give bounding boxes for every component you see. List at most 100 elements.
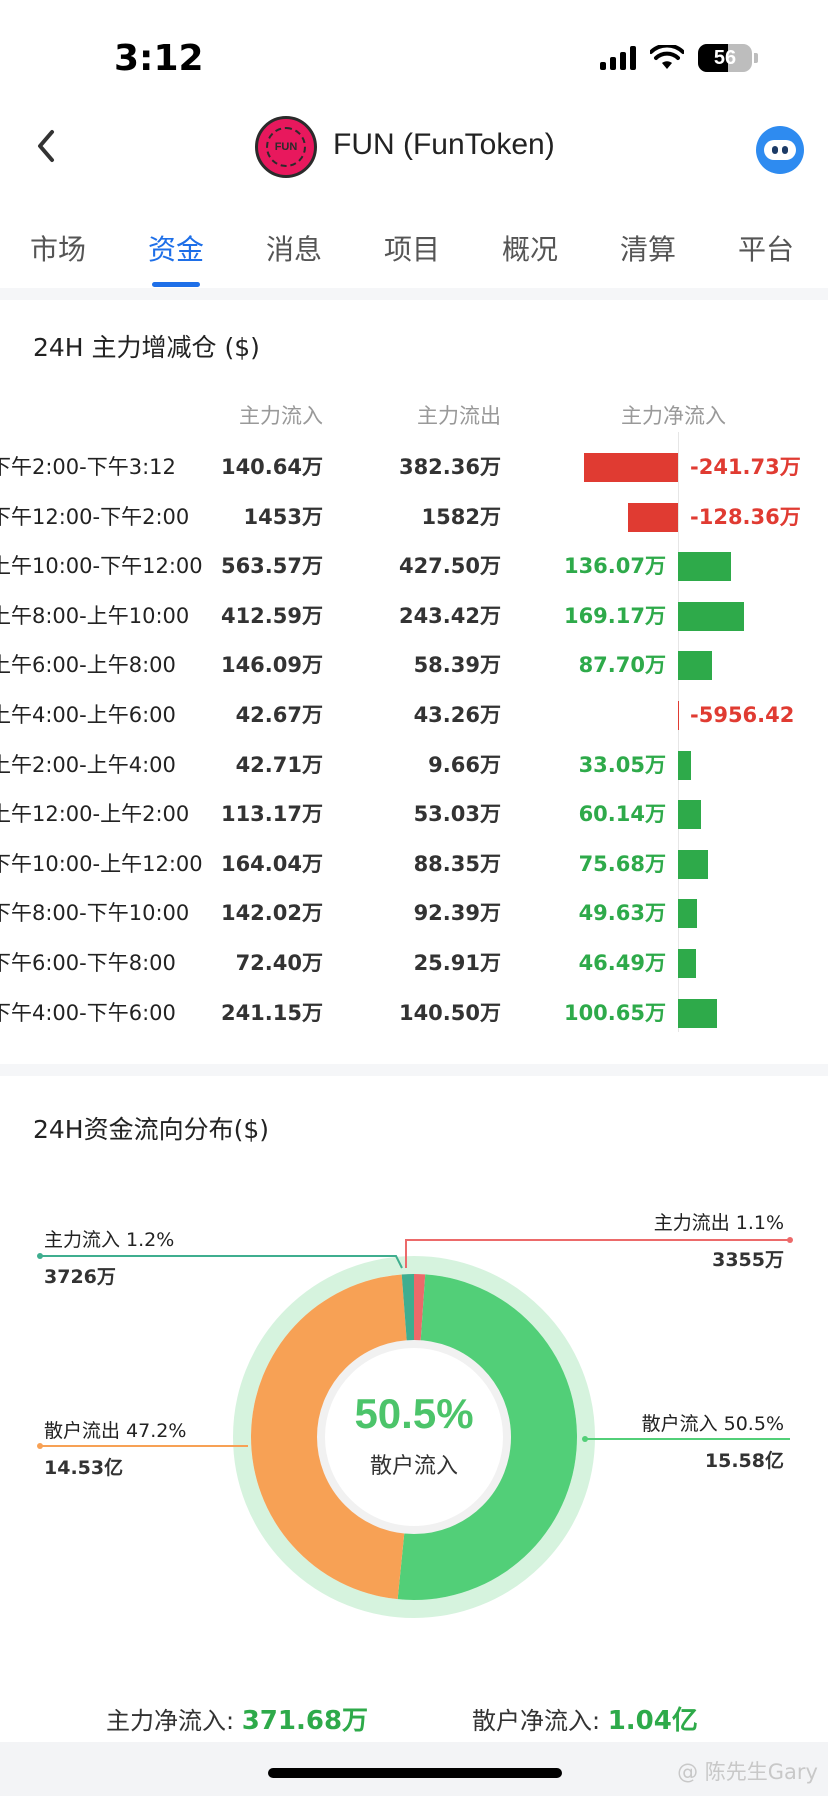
row-inflow: 1453万 bbox=[243, 504, 323, 529]
row-time-range: 下午6:00-下午8:00 bbox=[0, 951, 176, 975]
row-net-inflow: -241.73万 bbox=[690, 455, 801, 479]
table-row: 下午8:00-下午10:00 142.02万 92.39万 49.63万 bbox=[0, 889, 828, 938]
tab-market[interactable]: 市场 bbox=[30, 228, 86, 268]
tab-project[interactable]: 项目 bbox=[384, 228, 440, 268]
row-inflow: 412.59万 bbox=[220, 603, 323, 628]
flow-table-title: 24H 主力增减仓 ($) bbox=[33, 333, 260, 362]
net-flow-bar bbox=[627, 502, 678, 532]
leader-main-in-dot bbox=[37, 1253, 43, 1259]
row-net-inflow: -128.36万 bbox=[690, 504, 801, 529]
row-time-range: 上午2:00-上午4:00 bbox=[0, 752, 176, 777]
row-inflow: 42.67万 bbox=[235, 703, 323, 727]
leader-main-out-dot bbox=[787, 1237, 793, 1243]
row-outflow: 92.39万 bbox=[413, 901, 501, 926]
row-outflow: 58.39万 bbox=[413, 653, 501, 678]
coin-logo-text: FUN bbox=[266, 127, 306, 167]
battery-level: 56 bbox=[713, 46, 737, 69]
row-net-inflow: 100.65万 bbox=[563, 1000, 666, 1025]
net-flow-bar bbox=[678, 750, 691, 780]
row-time-range: 上午4:00-上午6:00 bbox=[0, 703, 176, 727]
row-net-inflow: 49.63万 bbox=[578, 901, 666, 926]
battery-icon: 56 bbox=[698, 44, 752, 72]
row-inflow: 563.57万 bbox=[220, 554, 323, 579]
row-net-inflow: 46.49万 bbox=[578, 951, 666, 975]
row-outflow: 9.66万 bbox=[428, 752, 501, 777]
row-net-inflow: 60.14万 bbox=[578, 802, 666, 827]
row-net-inflow: 33.05万 bbox=[578, 752, 666, 777]
label-retail-in: 散户流入 50.5% bbox=[641, 1413, 784, 1435]
tab-platform[interactable]: 平台 bbox=[738, 228, 794, 268]
row-net-inflow: 87.70万 bbox=[578, 653, 666, 678]
table-row: 下午10:00-上午12:00 164.04万 88.35万 75.68万 bbox=[0, 840, 828, 889]
table-row: 下午4:00-下午6:00 241.15万 140.50万 100.65万 bbox=[0, 989, 828, 1038]
row-net-inflow: 75.68万 bbox=[578, 851, 666, 876]
table-row: 下午6:00-下午8:00 72.40万 25.91万 46.49万 bbox=[0, 939, 828, 988]
retail-net-label: 散户净流入: bbox=[472, 1707, 608, 1735]
col-header-outflow: 主力流出 bbox=[417, 404, 501, 428]
status-bar: 3:12 56 bbox=[0, 0, 828, 110]
net-flow-bar bbox=[583, 453, 678, 482]
status-time: 3:12 bbox=[114, 38, 204, 79]
row-inflow: 241.15万 bbox=[220, 1000, 323, 1025]
label-retail-out: 散户流出 47.2% bbox=[44, 1420, 187, 1442]
row-outflow: 140.50万 bbox=[398, 1000, 501, 1025]
tab-funds[interactable]: 资金 bbox=[148, 228, 204, 268]
assistant-bot-icon[interactable] bbox=[756, 126, 804, 174]
tab-news[interactable]: 消息 bbox=[266, 228, 322, 268]
label-main-in: 主力流入 1.2% bbox=[44, 1229, 175, 1251]
row-inflow: 72.40万 bbox=[235, 951, 323, 975]
net-flow-bar bbox=[678, 949, 697, 978]
table-row: 上午12:00-上午2:00 113.17万 53.03万 60.14万 bbox=[0, 790, 828, 839]
row-net-inflow: 169.17万 bbox=[563, 603, 666, 628]
page-title: FUN (FunToken) bbox=[333, 128, 555, 161]
value-main-in: 3726万 bbox=[44, 1266, 116, 1288]
row-inflow: 164.04万 bbox=[220, 851, 323, 876]
value-main-out: 3355万 bbox=[712, 1249, 784, 1271]
tab-liquidation[interactable]: 清算 bbox=[620, 228, 676, 268]
tab-overview[interactable]: 概况 bbox=[502, 228, 558, 268]
table-row: 上午10:00-下午12:00 563.57万 427.50万 136.07万 bbox=[0, 542, 828, 591]
row-time-range: 上午6:00-上午8:00 bbox=[0, 653, 176, 678]
row-outflow: 1582万 bbox=[421, 504, 501, 529]
row-inflow: 146.09万 bbox=[220, 653, 323, 678]
net-flow-bar bbox=[678, 601, 744, 631]
status-icons: 56 bbox=[600, 44, 758, 72]
table-row: 上午4:00-上午6:00 42.67万 43.26万 -5956.42 bbox=[0, 691, 828, 740]
donut-center-label: 散户流入 bbox=[369, 1454, 458, 1479]
table-row: 下午2:00-下午3:12 140.64万 382.36万 -241.73万 bbox=[0, 443, 828, 492]
col-header-inflow: 主力流入 bbox=[239, 404, 323, 428]
divider bbox=[0, 1064, 828, 1076]
row-time-range: 下午10:00-上午12:00 bbox=[0, 851, 203, 876]
signal-icon bbox=[600, 46, 636, 70]
row-inflow: 42.71万 bbox=[235, 752, 323, 777]
net-flow-bar bbox=[678, 800, 702, 830]
tab-bar: 市场 资金 消息 项目 概况 清算 平台 bbox=[0, 216, 828, 296]
back-icon[interactable] bbox=[32, 126, 62, 166]
row-outflow: 53.03万 bbox=[413, 802, 501, 827]
leader-retail-out-dot bbox=[37, 1443, 43, 1449]
active-tab-indicator bbox=[152, 282, 200, 287]
home-indicator[interactable] bbox=[268, 1768, 562, 1778]
row-net-inflow: 136.07万 bbox=[563, 554, 666, 579]
net-flow-bar bbox=[678, 998, 718, 1028]
row-outflow: 88.35万 bbox=[413, 851, 501, 876]
table-row: 上午2:00-上午4:00 42.71万 9.66万 33.05万 bbox=[0, 741, 828, 790]
main-net-value: 371.68万 bbox=[241, 1706, 369, 1736]
row-inflow: 140.64万 bbox=[220, 455, 323, 479]
retail-net-inflow: 散户净流入: 1.04亿 bbox=[472, 1700, 698, 1737]
row-time-range: 上午10:00-下午12:00 bbox=[0, 554, 203, 579]
row-inflow: 142.02万 bbox=[220, 901, 323, 926]
nav-header: FUN FUN (FunToken) bbox=[0, 110, 828, 190]
table-row: 上午8:00-上午10:00 412.59万 243.42万 169.17万 bbox=[0, 592, 828, 641]
main-net-label: 主力净流入: bbox=[106, 1707, 242, 1735]
coin-logo: FUN bbox=[255, 116, 317, 178]
row-outflow: 427.50万 bbox=[398, 554, 501, 579]
table-row: 下午12:00-下午2:00 1453万 1582万 -128.36万 bbox=[0, 493, 828, 542]
table-row: 上午6:00-上午8:00 146.09万 58.39万 87.70万 bbox=[0, 641, 828, 690]
divider bbox=[0, 288, 828, 300]
value-retail-out: 14.53亿 bbox=[44, 1457, 124, 1479]
label-main-out: 主力流出 1.1% bbox=[653, 1212, 784, 1234]
row-time-range: 下午4:00-下午6:00 bbox=[0, 1000, 176, 1025]
row-time-range: 下午12:00-下午2:00 bbox=[0, 504, 190, 529]
row-outflow: 43.26万 bbox=[413, 703, 501, 727]
